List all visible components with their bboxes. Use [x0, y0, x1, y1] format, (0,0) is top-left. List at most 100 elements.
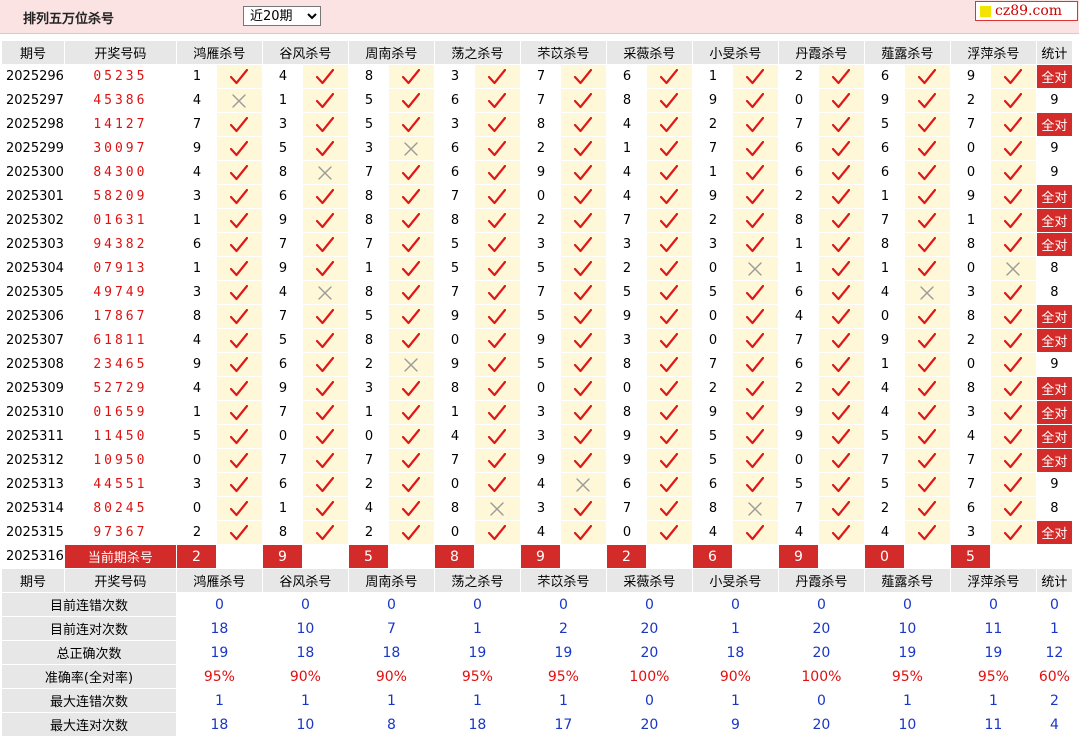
all-correct-badge: 全对 [1035, 232, 1073, 257]
result-mark [989, 352, 1037, 377]
result-mark [387, 400, 435, 425]
result-mark [989, 184, 1037, 209]
result-mark [903, 88, 951, 113]
kill-number: 9 [519, 328, 561, 353]
kill-number: 2 [691, 112, 733, 137]
summary-value: 0 [433, 592, 521, 617]
result-mark [817, 160, 865, 185]
check-icon [488, 380, 507, 396]
summary-value: 0 [691, 592, 779, 617]
summary-value: 20 [605, 712, 693, 737]
table-row: 2025296 05235 1 4 8 3 7 6 1 2 6 9 全对 [1, 64, 1073, 89]
summary-value: 95% [175, 664, 263, 689]
result-mark [731, 304, 779, 329]
table-row: 2025305 49749 3 4 8 7 7 5 5 6 4 3 8 [1, 280, 1073, 305]
correct-count: 8 [1035, 496, 1073, 521]
check-icon [660, 524, 679, 540]
current-stat-empty [1035, 544, 1073, 569]
site-logo[interactable]: cz89.com [975, 1, 1078, 21]
kill-number: 8 [605, 88, 647, 113]
summary-value: 0 [777, 688, 865, 713]
summary-value: 19 [175, 640, 263, 665]
check-icon [660, 428, 679, 444]
check-icon [918, 140, 937, 156]
all-correct-badge: 全对 [1035, 400, 1073, 425]
check-icon [230, 284, 249, 300]
table-row: 2025308 23465 9 6 2 9 5 8 7 6 1 0 9 [1, 352, 1073, 377]
result-mark [301, 256, 349, 281]
summary-value: 1 [261, 688, 349, 713]
check-icon [316, 308, 335, 324]
result-mark [817, 472, 865, 497]
result-mark [387, 424, 435, 449]
cross-icon [1006, 261, 1021, 276]
summary-stat: 60% [1035, 664, 1073, 689]
kill-number: 3 [347, 376, 389, 401]
current-kill-number: 9 [261, 544, 303, 569]
kill-number: 7 [691, 136, 733, 161]
check-icon [1004, 284, 1023, 300]
kill-number: 3 [949, 280, 991, 305]
check-icon [746, 68, 765, 84]
summary-value: 95% [519, 664, 607, 689]
result-mark [817, 280, 865, 305]
kill-number: 2 [347, 472, 389, 497]
cross-icon [576, 477, 591, 492]
result-mark [301, 400, 349, 425]
check-icon [316, 332, 335, 348]
result-mark [473, 160, 521, 185]
kill-number: 1 [261, 88, 303, 113]
issue-number: 2025297 [1, 88, 65, 113]
result-mark [559, 376, 607, 401]
table-row: 2025303 94382 6 7 7 5 3 3 3 1 8 8 全对 [1, 232, 1073, 257]
cross-icon [232, 93, 247, 108]
issue-number: 2025299 [1, 136, 65, 161]
result-mark [301, 136, 349, 161]
kill-number: 8 [605, 352, 647, 377]
result-mark [645, 448, 693, 473]
result-mark [645, 304, 693, 329]
table-row: 2025304 07913 1 9 1 5 5 2 0 1 1 0 8 [1, 256, 1073, 281]
result-mark [645, 88, 693, 113]
kill-number: 2 [175, 520, 217, 545]
check-icon [402, 236, 421, 252]
result-mark [989, 208, 1037, 233]
check-icon [488, 92, 507, 108]
draw-result: 61811 [63, 328, 177, 353]
result-mark [731, 112, 779, 137]
result-mark [215, 280, 263, 305]
check-icon [230, 428, 249, 444]
result-mark [473, 304, 521, 329]
kill-number: 8 [347, 328, 389, 353]
kill-number: 5 [347, 88, 389, 113]
period-select[interactable]: 近20期 [243, 6, 321, 26]
summary-value: 2 [519, 616, 607, 641]
result-mark [731, 88, 779, 113]
check-icon [660, 164, 679, 180]
summary-row: 最大连对次数 18 10 8 18 17 20 9 20 10 11 4 [1, 712, 1073, 737]
check-icon [1004, 356, 1023, 372]
check-icon [1004, 404, 1023, 420]
col-header-issue: 期号 [1, 40, 65, 65]
result-mark [387, 304, 435, 329]
kill-number: 1 [347, 400, 389, 425]
check-icon [574, 116, 593, 132]
check-icon [574, 332, 593, 348]
kill-number: 9 [777, 424, 819, 449]
result-mark [387, 136, 435, 161]
check-icon [402, 92, 421, 108]
summary-row: 目前连错次数 0 0 0 0 0 0 0 0 0 0 0 [1, 592, 1073, 617]
check-icon [488, 332, 507, 348]
kill-number: 0 [949, 136, 991, 161]
kill-number: 3 [175, 280, 217, 305]
result-mark [559, 520, 607, 545]
check-icon [316, 188, 335, 204]
check-icon [488, 356, 507, 372]
check-icon [832, 452, 851, 468]
kill-number: 5 [519, 352, 561, 377]
kill-number: 0 [777, 88, 819, 113]
col-header-expert: 芣苡杀号 [519, 568, 607, 593]
result-mark [989, 328, 1037, 353]
kill-number: 0 [863, 304, 905, 329]
kill-number: 8 [433, 496, 475, 521]
